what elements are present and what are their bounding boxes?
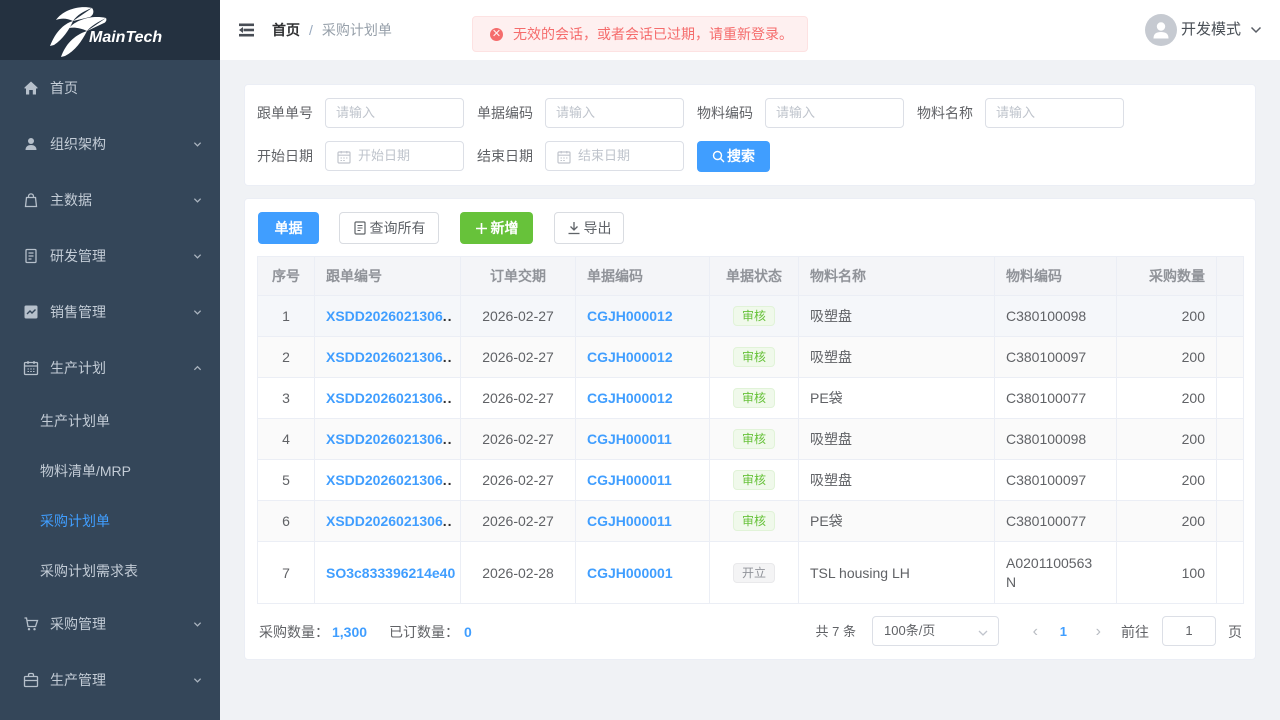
svg-text:MainTech: MainTech [89,29,162,46]
